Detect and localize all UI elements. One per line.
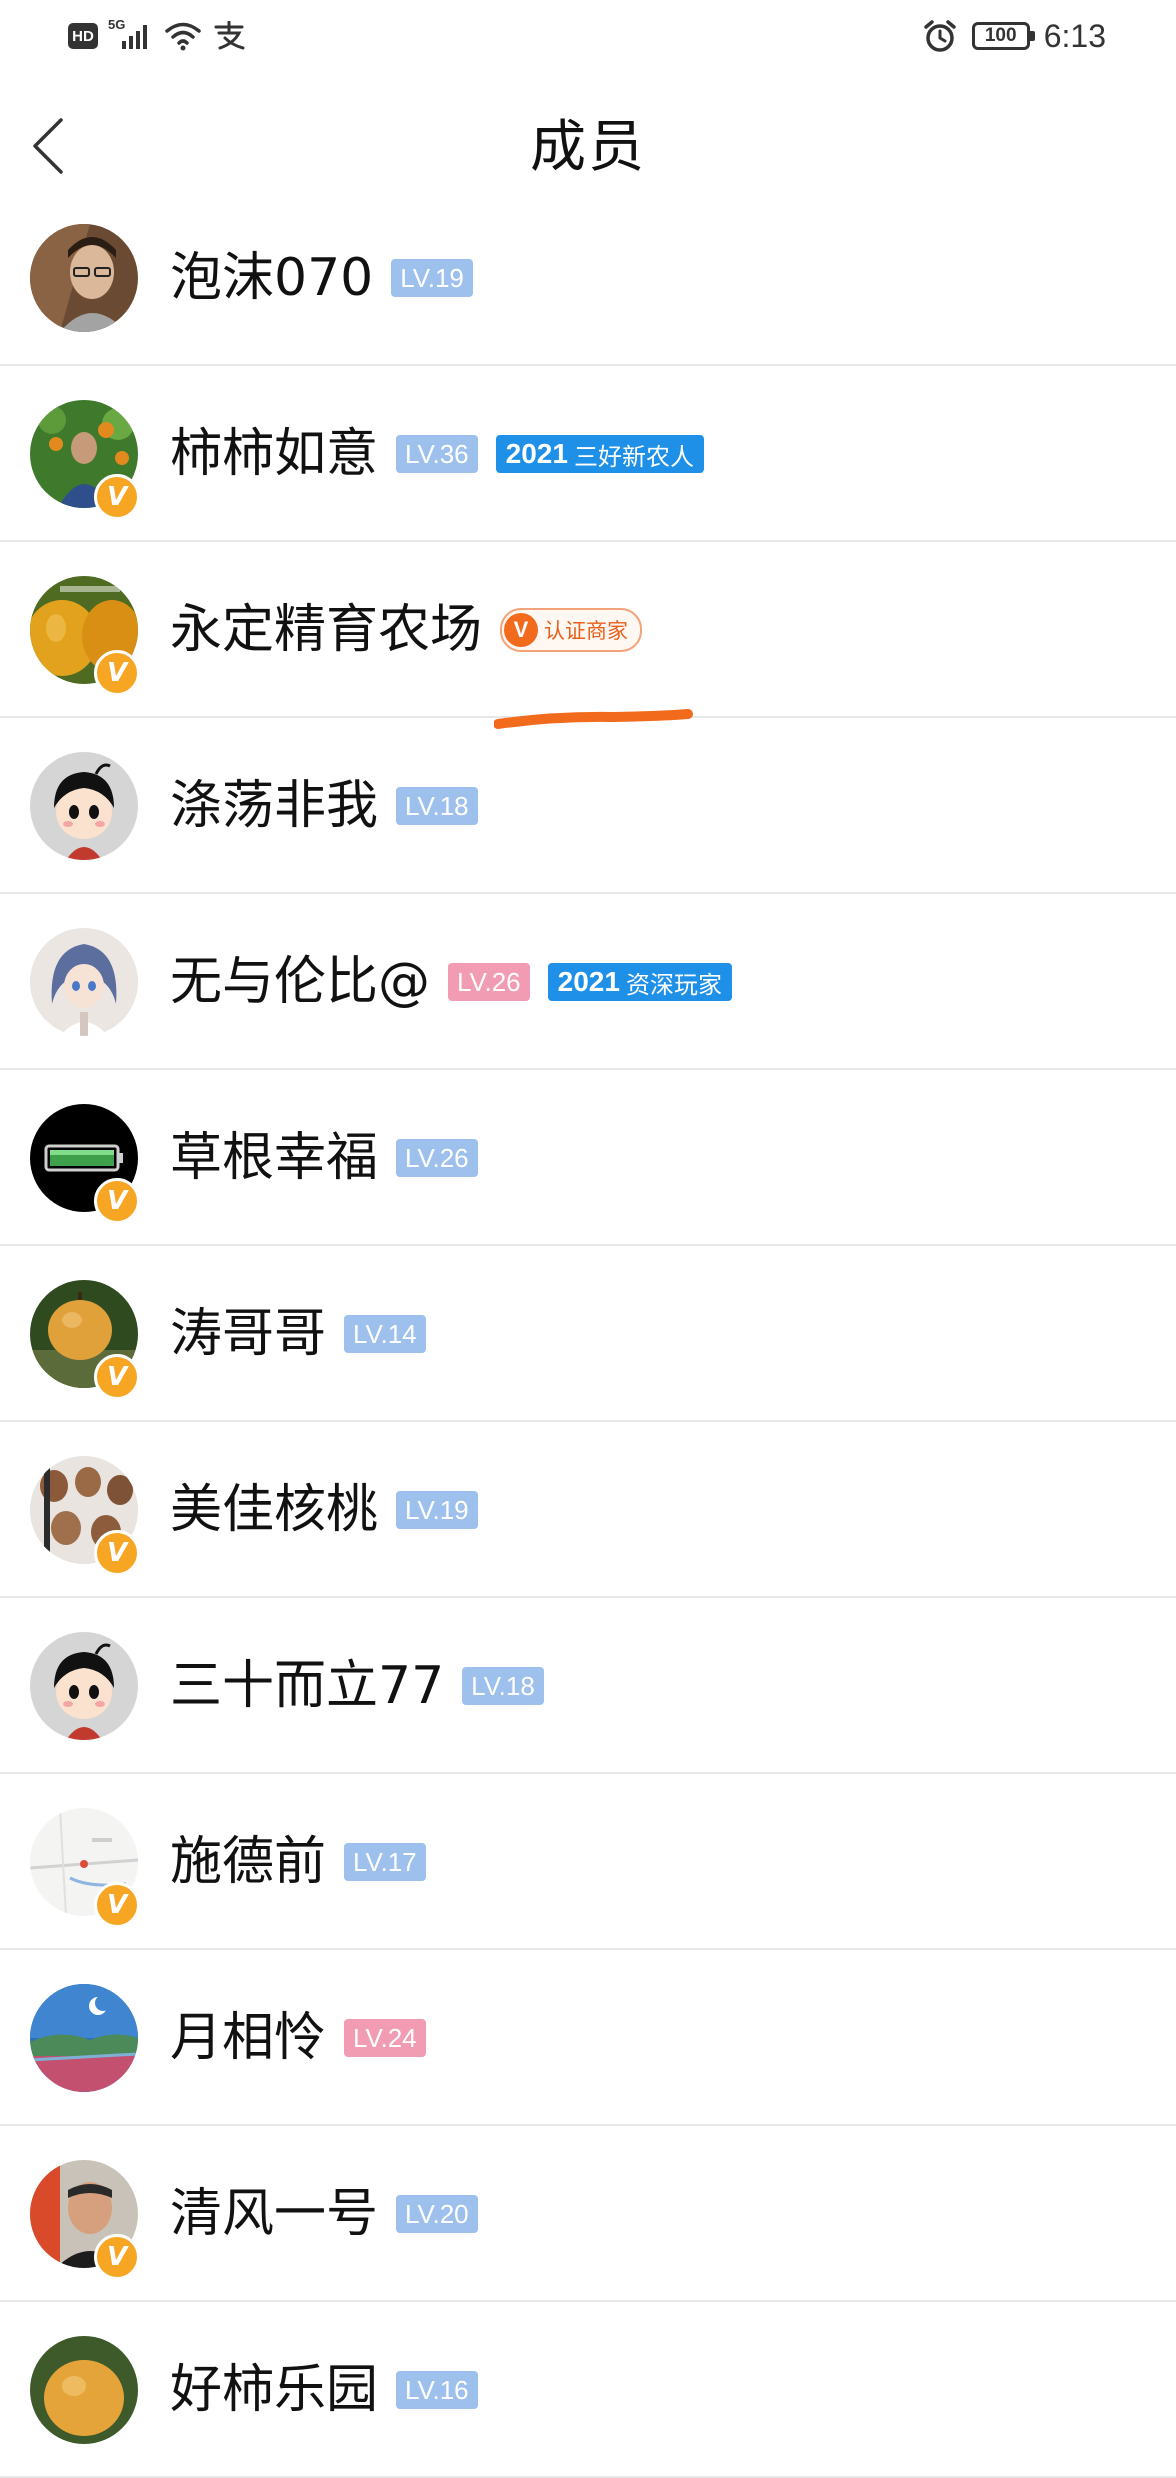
status-bar: HD 5G 100 6:13 xyxy=(0,0,1176,72)
member-name: 永定精育农场 xyxy=(170,600,483,660)
avatar xyxy=(30,2336,138,2444)
member-row[interactable]: V 施德前 LV.17 xyxy=(0,1774,1176,1950)
level-badge: LV.17 xyxy=(344,1843,426,1881)
member-name: 月相怜 xyxy=(170,2008,327,2068)
level-badge: LV.14 xyxy=(344,1315,426,1353)
member-row[interactable]: 三十而立77 LV.18 xyxy=(0,1598,1176,1774)
member-name: 美佳核桃 xyxy=(170,1480,379,1540)
member-name: 三十而立77 xyxy=(170,1656,445,1716)
verified-badge-icon: V xyxy=(94,650,140,696)
avatar xyxy=(30,1984,138,2092)
level-badge: LV.24 xyxy=(344,2019,426,2057)
member-row[interactable]: V 草根幸福 LV.26 xyxy=(0,1070,1176,1246)
verified-badge-icon: V xyxy=(94,474,140,520)
alarm-icon xyxy=(923,20,956,52)
member-name-line: 好柿乐园 LV.16 xyxy=(170,2360,478,2420)
member-name-line: 涛哥哥 LV.14 xyxy=(170,1304,426,1364)
wifi-icon xyxy=(165,22,201,51)
member-name-line: 泡沫070 LV.19 xyxy=(170,248,473,308)
highlight-underline-mark xyxy=(494,709,693,729)
member-name-line: 涤荡非我 LV.18 xyxy=(170,776,478,836)
member-name: 柿柿如意 xyxy=(170,424,379,484)
hd-icon: HD xyxy=(68,23,98,49)
level-badge: LV.26 xyxy=(396,1139,478,1177)
member-list: 泡沫070 LV.19 V 柿柿如意 LV.36 2021 三好新农人 V 永定… xyxy=(0,220,1176,2478)
member-name-line: 永定精育农场 V 认证商家 xyxy=(170,600,643,660)
member-name: 清风一号 xyxy=(170,2184,379,2244)
verified-badge-icon: V xyxy=(94,1882,140,1928)
member-name: 草根幸福 xyxy=(170,1128,379,1188)
honor-tag: 2021 三好新农人 xyxy=(495,435,704,473)
member-row[interactable]: V 永定精育农场 V 认证商家 xyxy=(0,542,1176,718)
avatar xyxy=(30,928,138,1036)
verified-badge-icon: V xyxy=(94,2234,140,2280)
avatar xyxy=(30,224,138,332)
honor-tag: 2021 资深玩家 xyxy=(547,963,732,1001)
status-right-icons: 100 6:13 xyxy=(922,16,1106,56)
member-name-line: 清风一号 LV.20 xyxy=(170,2184,478,2244)
member-name: 好柿乐园 xyxy=(170,2360,379,2420)
member-name: 无与伦比@ xyxy=(170,952,431,1012)
level-badge: LV.18 xyxy=(462,1667,544,1705)
merchant-v-icon: V xyxy=(504,613,539,647)
signal-icon: 5G xyxy=(108,17,154,53)
member-name-line: 三十而立77 LV.18 xyxy=(170,1656,544,1716)
level-badge: LV.19 xyxy=(391,259,473,297)
member-row[interactable]: V 柿柿如意 LV.36 2021 三好新农人 xyxy=(0,366,1176,542)
avatar xyxy=(30,752,138,860)
member-name-line: 美佳核桃 LV.19 xyxy=(170,1480,478,1540)
member-name-line: 无与伦比@ LV.26 2021 资深玩家 xyxy=(170,952,732,1012)
honor-tag-text: 三好新农人 xyxy=(573,442,694,471)
battery-icon: 100 xyxy=(971,22,1035,50)
level-badge: LV.36 xyxy=(396,435,478,473)
member-name: 涤荡非我 xyxy=(170,776,379,836)
verified-badge-icon: V xyxy=(94,1354,140,1400)
member-row[interactable]: 涤荡非我 LV.18 xyxy=(0,718,1176,894)
alipay-icon xyxy=(214,21,245,50)
avatar xyxy=(30,1632,138,1740)
status-left-icons: HD 5G xyxy=(68,16,246,56)
level-badge: LV.20 xyxy=(396,2195,478,2233)
member-row[interactable]: 无与伦比@ LV.26 2021 资深玩家 xyxy=(0,894,1176,1070)
nav-bar: 成员 xyxy=(0,72,1176,220)
honor-tag-year: 2021 xyxy=(557,966,620,997)
verified-badge-icon: V xyxy=(94,1178,140,1224)
merchant-label: 认证商家 xyxy=(544,619,629,643)
member-row[interactable]: V 涛哥哥 LV.14 xyxy=(0,1246,1176,1422)
page-title: 成员 xyxy=(530,115,646,180)
certified-merchant-tag: V 认证商家 xyxy=(500,608,643,652)
member-name-line: 草根幸福 LV.26 xyxy=(170,1128,478,1188)
member-name: 泡沫070 xyxy=(170,248,374,308)
level-badge: LV.19 xyxy=(396,1491,478,1529)
honor-tag-year: 2021 xyxy=(505,438,568,469)
member-name-line: 月相怜 LV.24 xyxy=(170,2008,426,2068)
honor-tag-text: 资深玩家 xyxy=(625,970,722,999)
member-row[interactable]: 月相怜 LV.24 xyxy=(0,1950,1176,2126)
status-time: 6:13 xyxy=(1043,17,1106,54)
member-name: 涛哥哥 xyxy=(170,1304,327,1364)
member-name-line: 柿柿如意 LV.36 2021 三好新农人 xyxy=(170,424,704,484)
level-badge: LV.16 xyxy=(396,2371,478,2409)
member-row[interactable]: 好柿乐园 LV.16 xyxy=(0,2302,1176,2478)
level-badge: LV.18 xyxy=(396,787,478,825)
member-row[interactable]: 泡沫070 LV.19 xyxy=(0,220,1176,366)
member-name: 施德前 xyxy=(170,1832,327,1892)
verified-badge-icon: V xyxy=(94,1530,140,1576)
member-name-line: 施德前 LV.17 xyxy=(170,1832,426,1892)
member-row[interactable]: V 美佳核桃 LV.19 xyxy=(0,1422,1176,1598)
level-badge: LV.26 xyxy=(448,963,530,1001)
member-row[interactable]: V 清风一号 LV.20 xyxy=(0,2126,1176,2302)
